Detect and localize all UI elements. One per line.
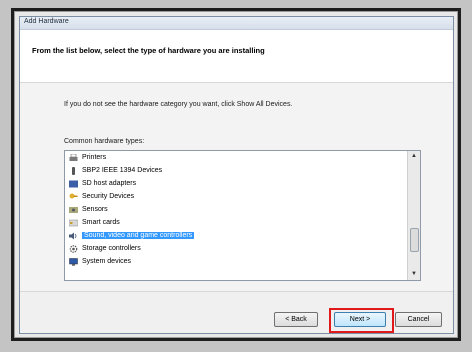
- card-icon: [69, 180, 78, 187]
- gear-icon: [69, 244, 78, 253]
- wizard-footer: < Back Next > Cancel: [20, 292, 453, 333]
- list-item-sbp2[interactable]: SBP2 IEEE 1394 Devices: [69, 164, 162, 177]
- wizard-body: If you do not see the hardware category …: [20, 83, 453, 292]
- list-item-sensors[interactable]: Sensors: [69, 203, 108, 216]
- list-item-sound-video-game[interactable]: Sound, video and game controllers: [69, 229, 195, 242]
- instruction-text: If you do not see the hardware category …: [64, 101, 293, 108]
- scroll-down-arrow-icon[interactable]: ▼: [408, 269, 420, 280]
- scroll-thumb[interactable]: [410, 228, 419, 252]
- list-item-label: Security Devices: [82, 193, 135, 200]
- hardware-types-list[interactable]: Printers SBP2 IEEE 1394 Devices SD host …: [64, 150, 421, 281]
- sensor-icon: [69, 206, 78, 213]
- computer-icon: [69, 257, 78, 266]
- list-item-storage[interactable]: Storage controllers: [69, 242, 141, 255]
- security-icon: [69, 193, 78, 198]
- printer-icon: [69, 153, 78, 161]
- next-button-highlight: [329, 308, 394, 333]
- list-scrollbar[interactable]: ▲ ▼: [407, 151, 420, 280]
- device-icon: [72, 166, 75, 175]
- list-item-label: Printers: [82, 154, 107, 161]
- back-button[interactable]: < Back: [274, 312, 318, 327]
- wizard-header: From the list below, select the type of …: [20, 30, 453, 83]
- list-item-printers[interactable]: Printers: [69, 151, 106, 164]
- list-items: Printers SBP2 IEEE 1394 Devices SD host …: [65, 151, 408, 280]
- speaker-icon: [69, 232, 77, 239]
- list-item-sd-host[interactable]: SD host adapters: [69, 177, 136, 190]
- list-item-label: System devices: [82, 258, 132, 265]
- window-title: Add Hardware: [24, 18, 69, 25]
- list-item-smart-cards[interactable]: Smart cards: [69, 216, 120, 229]
- list-item-system-devices[interactable]: System devices: [69, 255, 131, 268]
- cancel-button[interactable]: Cancel: [395, 312, 442, 327]
- list-item-security[interactable]: Security Devices: [69, 190, 134, 203]
- list-item-label: Storage controllers: [82, 245, 141, 252]
- add-hardware-dialog: Add Hardware From the list below, select…: [19, 16, 454, 334]
- list-caption: Common hardware types:: [64, 138, 145, 145]
- list-item-label: Smart cards: [82, 219, 120, 226]
- scroll-up-arrow-icon[interactable]: ▲: [408, 151, 420, 162]
- screenshot-frame: Add Hardware From the list below, select…: [14, 11, 458, 338]
- list-item-label: Sound, video and game controllers: [82, 232, 195, 239]
- list-item-label: Sensors: [82, 206, 108, 213]
- list-item-label: SD host adapters: [82, 180, 137, 187]
- header-text: From the list below, select the type of …: [32, 46, 265, 55]
- smart-card-icon: [69, 219, 78, 226]
- list-item-label: SBP2 IEEE 1394 Devices: [82, 167, 163, 174]
- title-bar: Add Hardware: [20, 17, 453, 30]
